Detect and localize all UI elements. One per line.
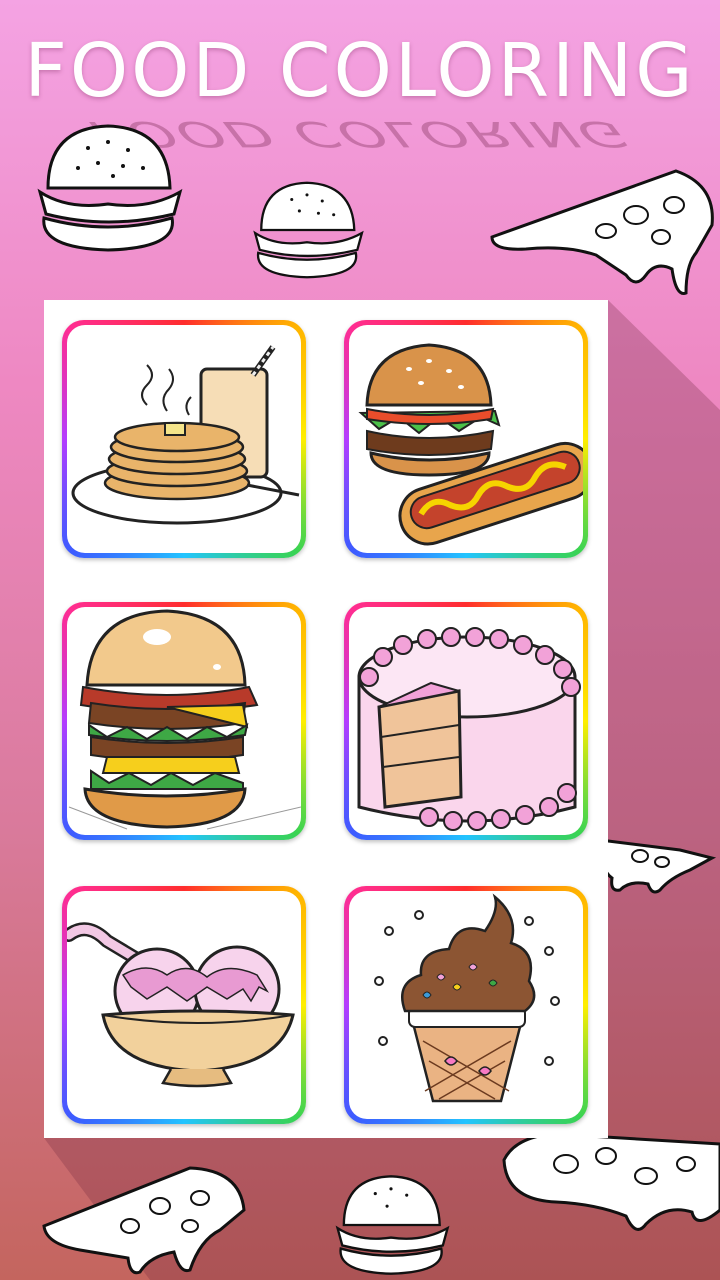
- big-burger-icon: [68, 609, 301, 830]
- pizza-slice-doodle-icon: [600, 838, 717, 894]
- gallery-panel: [44, 300, 608, 1138]
- cake-icon: [357, 627, 581, 831]
- ice-cream-bowl-icon: [67, 922, 295, 1088]
- gallery-item-ice-cream-bowl[interactable]: [62, 886, 306, 1124]
- pizza-slice-doodle-icon: [490, 169, 714, 295]
- burger-doodle-icon: [37, 124, 183, 252]
- gallery-item-pancakes[interactable]: [62, 320, 306, 558]
- burger-doodle-icon: [335, 1175, 450, 1275]
- gallery-item-cake[interactable]: [344, 602, 588, 840]
- burger-hotdog-icon: [358, 343, 583, 546]
- gallery-item-cupcake[interactable]: [344, 886, 588, 1124]
- burger-doodle-icon: [253, 181, 364, 279]
- cupcake-icon: [374, 893, 560, 1103]
- pizza-slice-doodle-icon: [42, 1166, 246, 1275]
- pizza-slice-doodle-icon: [502, 1132, 720, 1231]
- gallery-item-burger-hotdog[interactable]: [344, 320, 588, 558]
- pancakes-icon: [71, 345, 300, 525]
- gallery-item-big-burger[interactable]: [62, 602, 306, 840]
- app-title: FOOD COLORING: [24, 28, 696, 114]
